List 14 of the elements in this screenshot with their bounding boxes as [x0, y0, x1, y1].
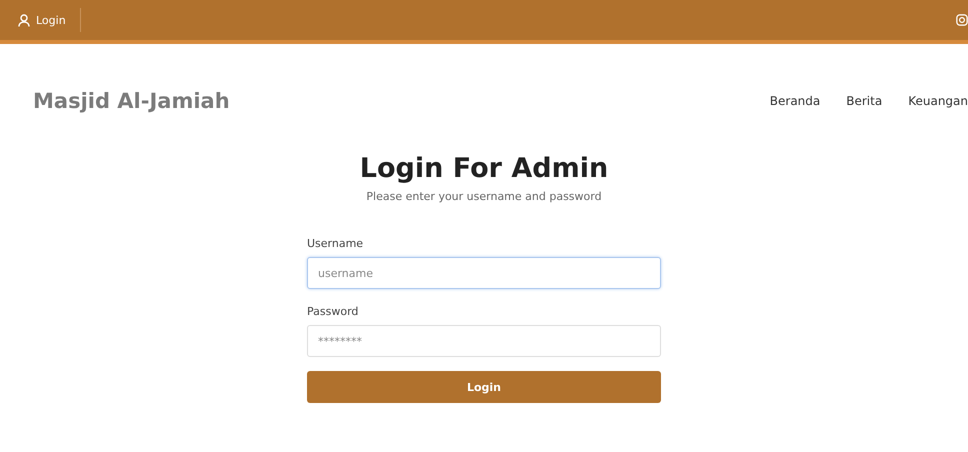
input-field[interactable]: username [307, 257, 661, 289]
field-label: Password [307, 305, 360, 318]
page-subtitle: Please enter your username and password [366, 190, 602, 203]
login-link[interactable]: Login [18, 8, 81, 32]
nav-link[interactable]: Beranda [770, 94, 820, 108]
nav-link[interactable]: Keuangan [908, 94, 968, 108]
user-icon [18, 14, 30, 26]
site-brand: Masjid Al-Jamiah [33, 89, 230, 113]
input-field[interactable]: ******** [307, 325, 661, 357]
page-title: Login For Admin [360, 153, 608, 184]
instagram-icon[interactable] [956, 13, 968, 27]
nav-link[interactable]: Berita [846, 94, 882, 108]
field-label: Username [307, 237, 364, 250]
login-button[interactable]: Login [307, 371, 661, 403]
